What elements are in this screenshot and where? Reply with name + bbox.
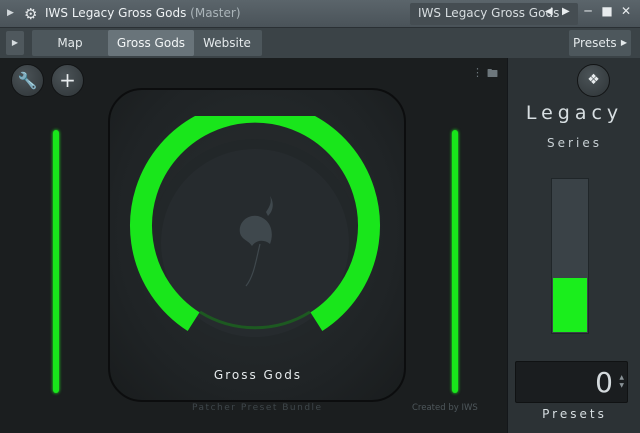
series-panel: ❖ Legacy Series 0 ▲ ▼ Presets [507,58,640,433]
presets-label: Presets [542,407,607,421]
level-meter[interactable] [551,178,589,334]
tab-website[interactable]: Website [194,30,260,56]
tab-map[interactable]: Map [32,30,108,56]
presets-button-label: Presets [573,36,617,50]
plugin-name: Gross Gods [213,368,303,382]
chevron-right-icon: ▶ [620,38,627,47]
maximize-icon[interactable]: ■ [600,4,614,18]
counter-stepper-icon[interactable]: ▲ ▼ [619,374,624,390]
tab-bar: ▶ Map Gross Gods Website Presets ▶ [0,28,640,58]
plugin-main: 🔧 + ⋮ 🖿 Gross Gods Patcher Preset Bundle… [0,58,640,433]
footer-bundle-text: Patcher Preset Bundle [192,403,323,413]
footer-credit-text: Created by IWS [412,403,478,413]
series-title: Legacy [525,102,624,124]
left-level-bar [53,130,59,393]
minimize-icon[interactable]: ─ [581,4,595,18]
window-subtitle: (Master) [190,6,241,20]
main-knob[interactable] [120,116,390,356]
wrench-icon[interactable]: 🔧 [11,64,44,97]
gear-icon[interactable]: ⚙ [24,5,37,23]
folder-icon[interactable]: 🖿 [487,65,498,84]
tab-gross-gods[interactable]: Gross Gods [108,30,194,56]
prev-preset-icon[interactable]: ◀ [545,6,553,17]
side-panel-toggle[interactable]: ▶ [6,31,24,55]
presets-button[interactable]: Presets ▶ [569,30,631,56]
title-bar: ▶ ⚙ IWS Legacy Gross Gods (Master) IWS L… [0,0,640,28]
vertical-dots-icon[interactable]: ⋮ [472,66,483,79]
window-title-text: IWS Legacy Gross Gods [45,6,187,20]
preset-counter-value: 0 [595,366,613,399]
tab-strip: Map Gross Gods Website [32,30,262,56]
next-preset-icon[interactable]: ▶ [562,6,570,17]
level-meter-fill [553,278,587,332]
preset-name[interactable]: IWS Legacy Gross Gods [418,6,559,20]
add-button[interactable]: + [51,64,84,97]
right-level-bar [452,130,458,393]
window-title: IWS Legacy Gross Gods (Master) [45,6,241,20]
bird-icon[interactable]: ❖ [577,64,610,97]
series-subtitle: Series [547,136,602,150]
collapse-icon[interactable]: ▶ [7,8,14,18]
preset-counter[interactable]: 0 ▲ ▼ [515,361,628,403]
close-icon[interactable]: ✕ [619,4,633,18]
